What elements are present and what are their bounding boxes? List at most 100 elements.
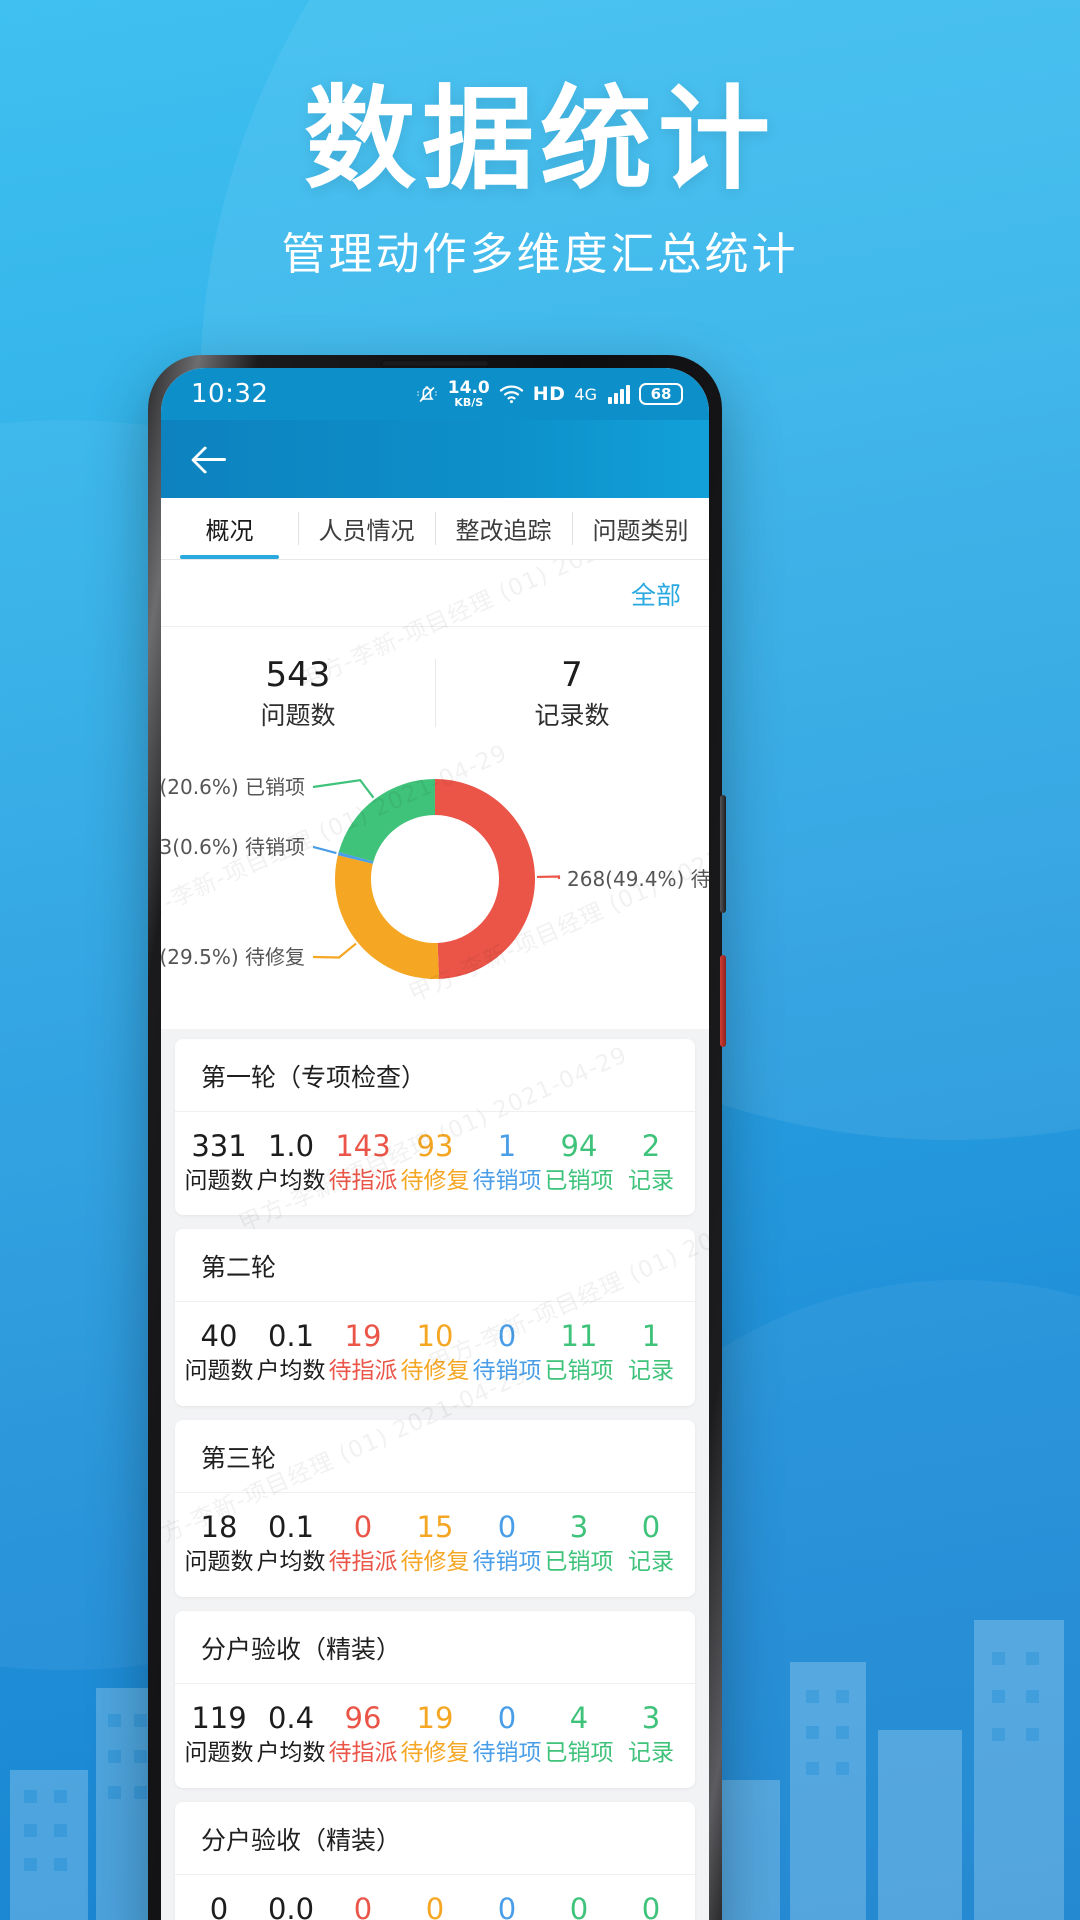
battery-indicator: 68 — [639, 382, 683, 406]
stat-待销项: 1 待销项 — [471, 1126, 543, 1198]
round-card-stats: 40 问题数 0.1 户均数 19 待指派 10 待修复 0 待销项 11 已销项 1 记录 — [175, 1302, 695, 1406]
stat-待销项: 0 待销项 — [471, 1698, 543, 1770]
round-card-title: 分户验收（精装） — [175, 1802, 695, 1875]
stat-label: 待销项 — [472, 1358, 542, 1385]
promo-title: 数据统计 — [304, 75, 776, 205]
network-speed-indicator: 14.0 KB/S — [447, 378, 490, 409]
content-area[interactable]: 全部 543 问题数 7 记录数 268(49.4%) 待 (29.5%) 待修… — [161, 560, 709, 1920]
signal-bars-icon — [608, 384, 630, 404]
stat-label: 问题数 — [184, 1739, 254, 1766]
stat-记录: 3 记录 — [615, 1698, 687, 1770]
stat-问题数: 119 问题数 — [183, 1698, 255, 1770]
stat-value: 40 — [200, 1319, 238, 1354]
round-card[interactable]: 第二轮 40 问题数 0.1 户均数 19 待指派 10 待修复 0 待销项 11 已销项 1 记录 — [175, 1229, 695, 1407]
stat-value: 19 — [416, 1700, 454, 1735]
stat-value: 0 — [497, 1891, 517, 1920]
stat-value: 1 — [641, 1319, 661, 1354]
stat-label: 问题数 — [184, 1167, 254, 1194]
stat-value: 1.0 — [267, 1128, 315, 1163]
phone-screen: 10:32 14.0 KB/S HD 4G 68 概况 人员情况 整改追踪 问题… — [161, 368, 709, 1920]
stat-label: 问题数 — [184, 1358, 254, 1385]
stat-label: 记录 — [628, 1739, 674, 1766]
round-card-stats: 0问题数0.0户均数0待指派0待修复0待销项0已销项0记录 — [175, 1875, 695, 1920]
stat-value: 11 — [560, 1319, 598, 1354]
stat-label: 待修复 — [400, 1167, 470, 1194]
donut-slice-待指派[interactable] — [435, 778, 535, 979]
stat-问题数: 331 问题数 — [183, 1126, 255, 1198]
round-card[interactable]: 第一轮（专项检查） 331 问题数 1.0 户均数 143 待指派 93 待修复 1 待销项 94 已销… — [175, 1038, 695, 1216]
stat-待修复: 15 待修复 — [399, 1507, 471, 1579]
stat-label: 已销项 — [544, 1167, 614, 1194]
stat-label: 已销项 — [544, 1549, 614, 1576]
stat-value: 0 — [353, 1891, 373, 1920]
volume-button[interactable] — [720, 795, 726, 913]
issue-status-donut-chart: 268(49.4%) 待指派 160(29.5%) 待修复 3(0.6%) 待销项 1… — [161, 738, 709, 1029]
stat-问题数: 0问题数 — [183, 1889, 255, 1920]
round-card-title: 分户验收（精装） — [175, 1611, 695, 1684]
stat-户均数: 0.4 户均数 — [255, 1698, 327, 1770]
power-button[interactable] — [720, 955, 726, 1047]
stat-value: 0 — [425, 1891, 445, 1920]
round-card[interactable]: 分户验收（精装）0问题数0.0户均数0待指派0待修复0待销项0已销项0记录 — [175, 1801, 695, 1920]
round-card-stats: 331 问题数 1.0 户均数 143 待指派 93 待修复 1 待销项 94 已销项 2 记录 — [175, 1112, 695, 1216]
round-card-title: 第三轮 — [175, 1420, 695, 1494]
round-card-stats: 119 问题数 0.4 户均数 96 待指派 19 待修复 0 待销项 4 已销项 3 记录 — [175, 1684, 695, 1788]
kpi-issue-count: 543 问题数 — [161, 653, 435, 733]
stat-label: 待修复 — [400, 1739, 470, 1766]
earpiece-speaker — [381, 360, 489, 367]
donut-label-待修复: 160(29.5%) 待修复 — [161, 945, 305, 969]
summary-panel: 全部 543 问题数 7 记录数 268(49.4%) 待 (29.5%) 待修… — [161, 560, 709, 1029]
donut-slice-已销项[interactable] — [338, 778, 435, 862]
tab-overview[interactable]: 概况 — [161, 498, 298, 559]
stat-value: 0 — [641, 1891, 661, 1920]
stat-value: 19 — [344, 1319, 382, 1354]
kpi-value: 543 — [265, 655, 331, 695]
tab-rectification[interactable]: 整改追踪 — [435, 498, 572, 559]
stat-待指派: 96 待指派 — [327, 1698, 399, 1770]
app-bar — [161, 420, 709, 498]
stat-待指派: 0待指派 — [327, 1507, 399, 1579]
kpi-label: 问题数 — [260, 700, 336, 730]
stat-value: 96 — [344, 1700, 382, 1735]
network-speed-unit: KB/S — [454, 396, 484, 409]
stat-待修复: 19 待修复 — [399, 1698, 471, 1770]
stat-记录: 0记录 — [615, 1507, 687, 1579]
back-arrow-icon[interactable] — [191, 439, 231, 479]
stat-待指派: 0待指派 — [327, 1889, 399, 1920]
stat-已销项: 4 已销项 — [543, 1698, 615, 1770]
stat-label: 待销项 — [472, 1739, 542, 1766]
stat-label: 户均数 — [256, 1549, 326, 1576]
stat-记录: 0记录 — [615, 1889, 687, 1920]
tab-personnel[interactable]: 人员情况 — [298, 498, 435, 559]
stat-label: 待修复 — [400, 1549, 470, 1576]
stat-value: 10 — [416, 1319, 454, 1354]
stat-value: 0.1 — [267, 1510, 315, 1545]
network-type-label: 4G — [574, 384, 597, 404]
stat-待修复: 10 待修复 — [399, 1316, 471, 1388]
round-card-title: 第二轮 — [175, 1229, 695, 1303]
donut-slice-待修复[interactable] — [335, 854, 440, 979]
stat-问题数: 18 问题数 — [183, 1507, 255, 1579]
stat-value: 119 — [191, 1700, 247, 1735]
stat-value: 94 — [560, 1128, 598, 1163]
round-card[interactable]: 分户验收（精装） 119 问题数 0.4 户均数 96 待指派 19 待修复 0 待销项 4 已销项 3 记… — [175, 1610, 695, 1788]
tab-issue-category[interactable]: 问题类别 — [572, 498, 709, 559]
stat-户均数: 0.1 户均数 — [255, 1507, 327, 1579]
stat-value: 0 — [497, 1510, 517, 1545]
round-card[interactable]: 第三轮 18 问题数 0.1 户均数 0 待指派 15 待修复 0 待销项 3 已销项 0 记录 — [175, 1420, 695, 1597]
stat-label: 待指派 — [328, 1167, 398, 1194]
filter-all-button[interactable]: 全部 — [631, 576, 681, 612]
promo-subtitle: 管理动作多维度汇总统计 — [281, 229, 799, 280]
stat-待销项: 0 待销项 — [471, 1507, 543, 1579]
kpi-label: 记录数 — [534, 700, 610, 730]
donut-callout-line — [536, 875, 561, 879]
stat-记录: 2 记录 — [615, 1126, 687, 1198]
network-speed-value: 14.0 — [447, 378, 490, 398]
stat-value: 0 — [497, 1700, 517, 1735]
kpi-row: 543 问题数 7 记录数 — [161, 627, 709, 739]
stat-label: 待销项 — [472, 1549, 542, 1576]
stat-value: 2 — [641, 1128, 661, 1163]
hd-label: HD — [532, 383, 566, 405]
donut-label-已销项: 112(20.6%) 已销项 — [161, 775, 305, 799]
stat-label: 记录 — [628, 1549, 674, 1576]
